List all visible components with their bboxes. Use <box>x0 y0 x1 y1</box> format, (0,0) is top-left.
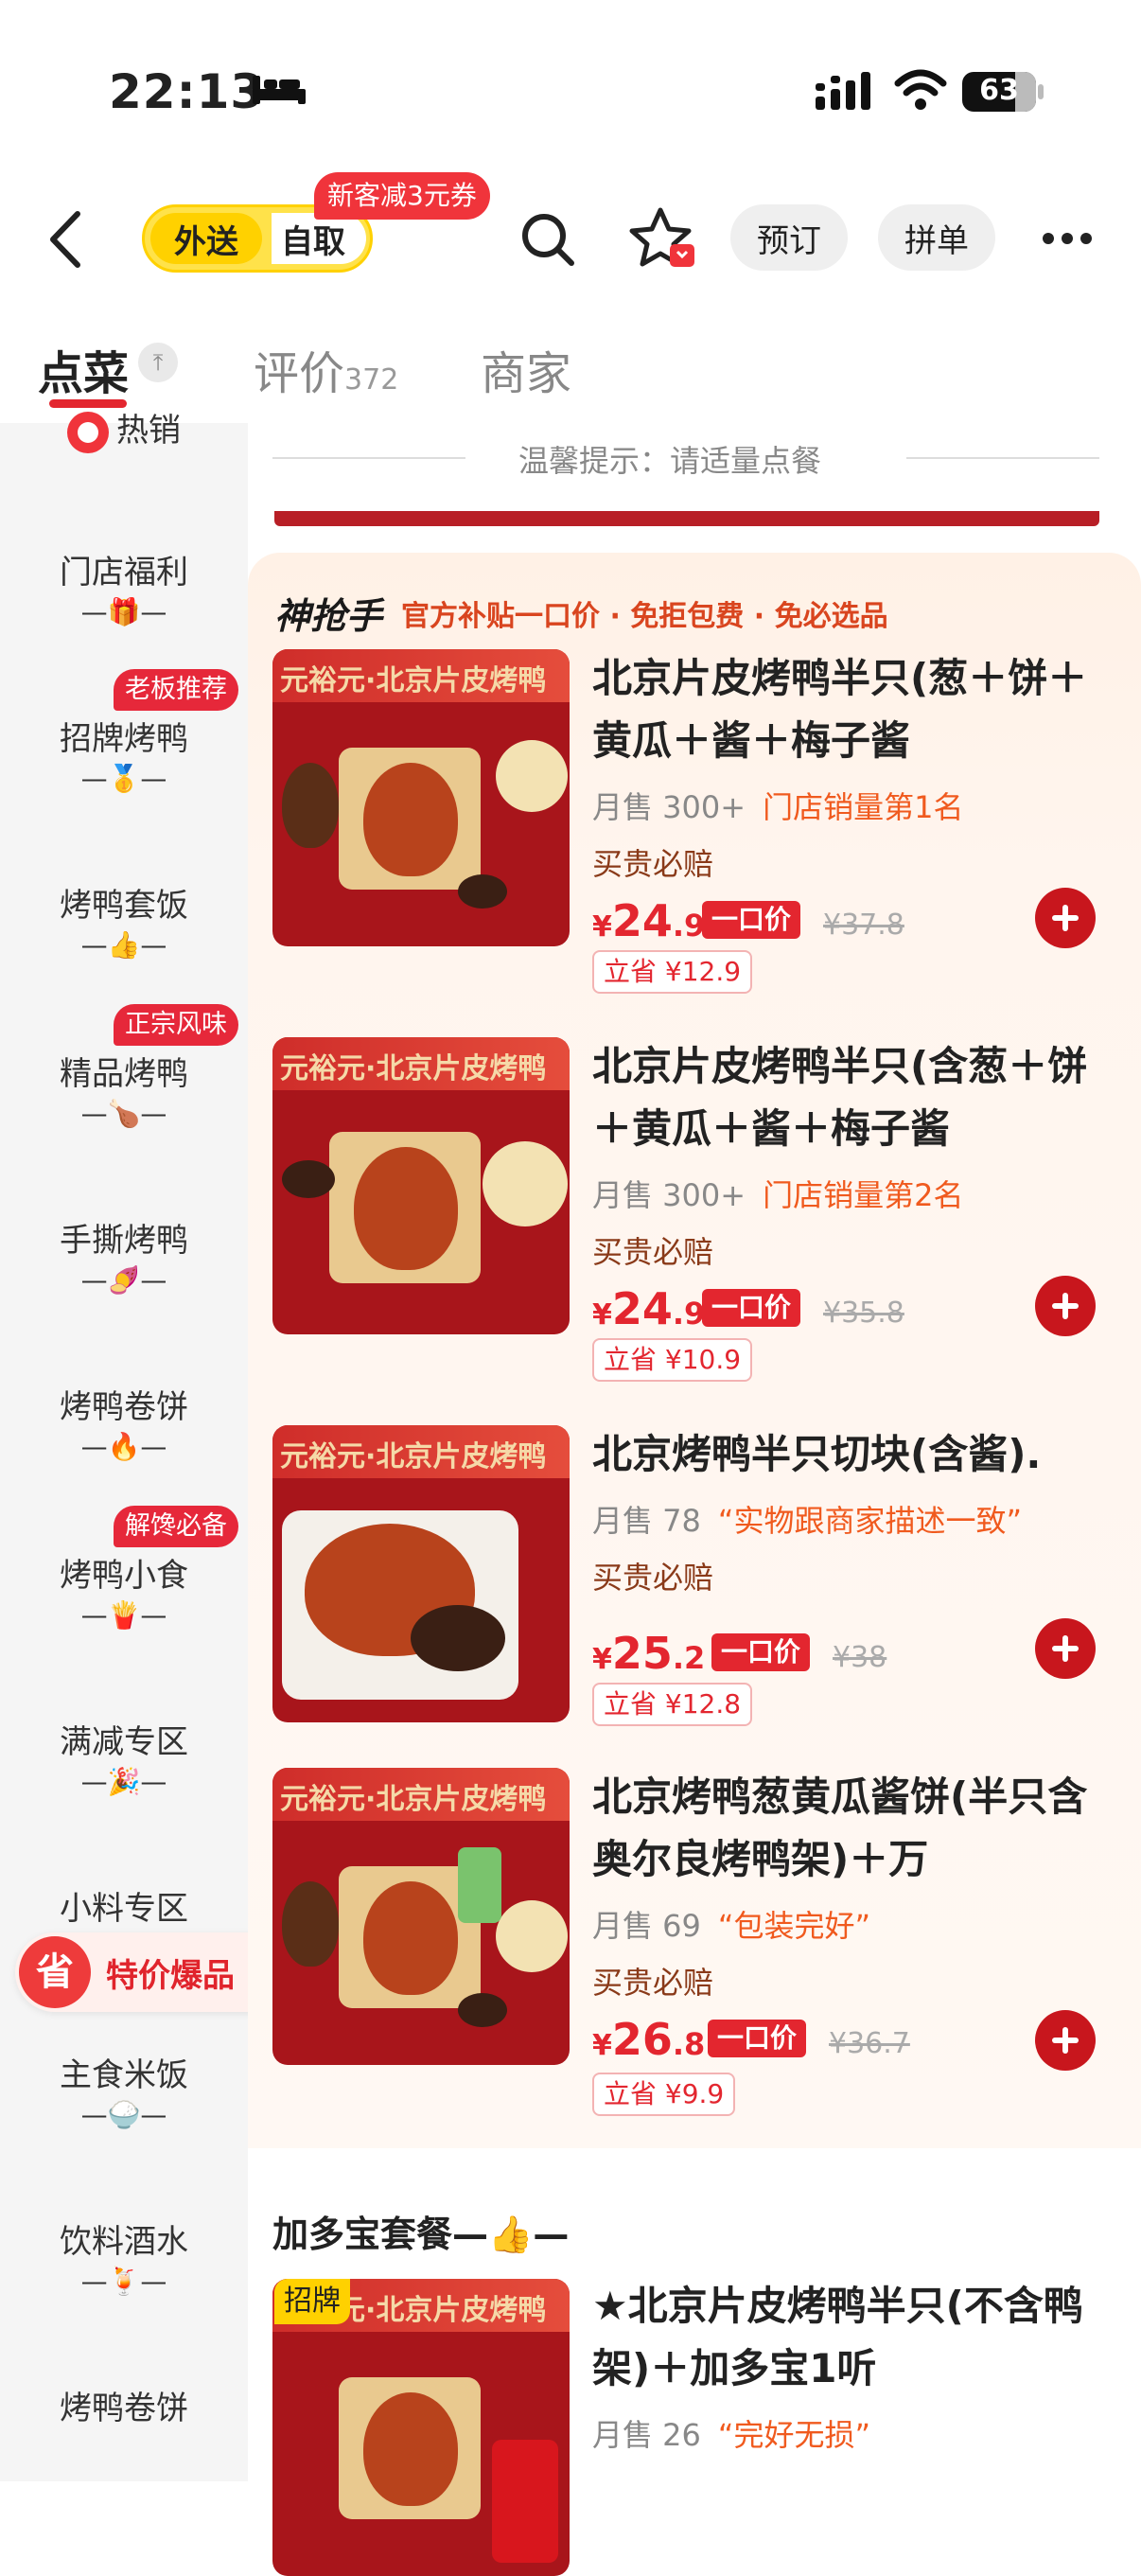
price-guarantee: 买贵必赔 <box>592 1965 714 2001</box>
sidebar-item-staples[interactable]: 主食米饭 —🍚— <box>0 2049 248 2130</box>
sidebar-item-hot[interactable]: 热销 <box>0 404 248 453</box>
back-arrow-icon[interactable] <box>45 210 83 269</box>
product-name[interactable]: ★北京片皮烤鸭半只(不含鸭架)＋加多宝1听 <box>592 2275 1122 2400</box>
fixed-price-tag: 一口价 <box>702 1289 801 1327</box>
product-name[interactable]: 北京片皮烤鸭半只(含葱＋饼＋黄瓜＋酱＋梅子酱 <box>592 1035 1122 1160</box>
sidebar-item-duck-wraps[interactable]: 烤鸭卷饼 —🔥— <box>0 1381 248 1462</box>
ordering-tip: 温馨提示：请适量点餐 <box>518 443 822 479</box>
add-to-cart-button[interactable] <box>1035 2010 1096 2071</box>
special-deals-label: 特价爆品 <box>106 1957 235 1995</box>
pickup-option[interactable]: 自取 <box>272 213 366 264</box>
fries-icon: —🍟— <box>80 1599 167 1631</box>
product-price: ¥24.9 <box>592 1283 706 1334</box>
sidebar-item-duck-wraps-2[interactable]: 烤鸭卷饼 <box>0 2382 248 2428</box>
sidebar-item-discount-zone[interactable]: 满减专区 —🎉— <box>0 1716 248 1797</box>
savings-badge: 立省 ¥10.9 <box>592 1338 753 1382</box>
original-price: ¥35.8 <box>823 1297 904 1330</box>
tab-merchant[interactable]: 商家 <box>481 336 571 402</box>
fire-icon: —🔥— <box>80 1431 167 1462</box>
product-price: ¥26.8 <box>592 2014 706 2065</box>
tab-reviews-count: 372 <box>344 363 399 397</box>
hot-flame-icon <box>67 411 109 453</box>
savings-badge: 立省 ¥9.9 <box>592 2073 736 2116</box>
category-sidebar: 热销 门店福利 —🎁— 老板推荐 招牌烤鸭 —🥇— 烤鸭套饭 —👍— 正宗风味 … <box>0 411 248 2481</box>
sidebar-item-premium-duck[interactable]: 精品烤鸭 —🍗— <box>0 1048 248 1129</box>
original-price: ¥38 <box>833 1641 887 1674</box>
price-guarantee: 买贵必赔 <box>592 1234 714 1270</box>
product-price: ¥24.9 <box>592 895 706 946</box>
tab-reviews[interactable]: 评价372 <box>254 336 398 402</box>
boss-recommend-tag: 老板推荐 <box>114 669 238 711</box>
thumbs-up-icon: —👍— <box>80 929 167 961</box>
original-price: ¥36.7 <box>829 2027 910 2060</box>
promo-subtitle: 官方补贴一口价 · 免拒包费 · 免必选品 <box>401 600 888 633</box>
price-guarantee: 买贵必赔 <box>592 1560 714 1596</box>
sort-icon[interactable]: ⤒ <box>138 343 178 382</box>
savings-badge: 立省 ¥12.8 <box>592 1683 753 1726</box>
product-name[interactable]: 北京片皮烤鸭半只(葱＋饼＋黄瓜＋酱＋梅子酱 <box>592 647 1122 772</box>
authentic-flavor-tag: 正宗风味 <box>114 1004 238 1046</box>
add-to-cart-button[interactable] <box>1035 888 1096 948</box>
snack-must-have-tag: 解馋必备 <box>114 1506 238 1547</box>
save-money-icon: 省 <box>19 1936 91 2008</box>
tip-divider-left <box>272 457 465 459</box>
product-name[interactable]: 北京烤鸭葱黄瓜酱饼(半只含奥尔良烤鸭架)＋万 <box>592 1766 1122 1891</box>
original-price: ¥37.8 <box>823 909 904 942</box>
price-guarantee: 买贵必赔 <box>592 846 714 882</box>
sidebar-item-store-benefits[interactable]: 门店福利 —🎁— <box>0 546 248 627</box>
wifi-icon <box>894 69 947 110</box>
sidebar-item-duck-rice-set[interactable]: 烤鸭套饭 —👍— <box>0 879 248 961</box>
product-image[interactable]: 元裕元·北京片皮烤鸭 <box>272 1768 570 2065</box>
fixed-price-tag: 一口价 <box>702 901 801 939</box>
sidebar-item-condiments[interactable]: 小料专区 <box>0 1882 248 1929</box>
fixed-price-tag: 一口价 <box>708 2020 807 2057</box>
status-time: 22:13 <box>109 64 265 119</box>
product-image[interactable]: 元裕元·北京片皮烤鸭 <box>272 1037 570 1334</box>
product-sales: 月售 300+ 门店销量第1名 <box>592 789 964 825</box>
tip-divider-right <box>906 457 1099 459</box>
more-options-icon[interactable] <box>1041 231 1094 246</box>
sidebar-item-drinks[interactable]: 饮料酒水 —🍹— <box>0 2215 248 2297</box>
tab-reviews-label: 评价 <box>254 347 345 400</box>
tab-menu[interactable]: 点菜 <box>38 336 129 402</box>
battery-nub <box>1038 84 1044 99</box>
delivery-option[interactable]: 外送 <box>150 213 262 264</box>
product-price: ¥25.2 <box>592 1628 706 1679</box>
sidebar-item-duck-snacks[interactable]: 烤鸭小食 —🍟— <box>0 1549 248 1631</box>
add-to-cart-button[interactable] <box>1035 1276 1096 1336</box>
group-order-button[interactable]: 拼单 <box>878 204 995 271</box>
product-sales: 月售 69 “包装完好” <box>592 1908 871 1944</box>
party-popper-icon: —🎉— <box>80 1766 167 1797</box>
special-deals-button[interactable]: 省 特价爆品 › <box>15 1932 286 2012</box>
product-image[interactable]: 元裕元·北京片皮烤鸭 <box>272 649 570 946</box>
search-icon[interactable] <box>518 210 577 269</box>
favorite-star-icon[interactable] <box>628 206 696 271</box>
product-sales: 月售 78 “实物跟商家描述一致” <box>592 1503 1023 1539</box>
cocktail-icon: —🍹— <box>80 2266 167 2297</box>
product-sales: 月售 26 “完好无损” <box>592 2417 871 2453</box>
section-title: 加多宝套餐—👍— <box>272 2214 570 2255</box>
add-to-cart-button[interactable] <box>1035 1618 1096 1679</box>
drumstick-icon: —🍗— <box>80 1098 167 1129</box>
gift-icon: —🎁— <box>80 596 167 627</box>
signal-icon <box>816 72 870 110</box>
battery-indicator: 63 <box>962 72 1036 112</box>
product-name[interactable]: 北京烤鸭半只切块(含酱). <box>592 1423 1122 1486</box>
promo-logo: 神抢手 <box>274 595 383 637</box>
sidebar-item-shredded-duck[interactable]: 手撕烤鸭 —🍠— <box>0 1214 248 1296</box>
reserve-button[interactable]: 预订 <box>730 204 848 271</box>
savings-badge: 立省 ¥12.9 <box>592 950 753 994</box>
sidebar-item-signature-duck[interactable]: 招牌烤鸭 —🥇— <box>0 713 248 794</box>
signature-tag: 招牌 <box>274 2279 350 2324</box>
product-image[interactable]: 元裕元·北京片皮烤鸭 <box>272 1425 570 1722</box>
new-customer-coupon-badge: 新客减3元券 <box>314 172 490 220</box>
medal-icon: —🥇— <box>80 763 167 794</box>
fixed-price-tag: 一口价 <box>711 1633 811 1671</box>
rice-bowl-icon: —🍚— <box>80 2099 167 2130</box>
sweet-potato-icon: —🍠— <box>80 1264 167 1296</box>
bed-icon <box>253 76 306 104</box>
store-banner-strip <box>274 511 1099 526</box>
product-sales: 月售 300+ 门店销量第2名 <box>592 1177 964 1213</box>
